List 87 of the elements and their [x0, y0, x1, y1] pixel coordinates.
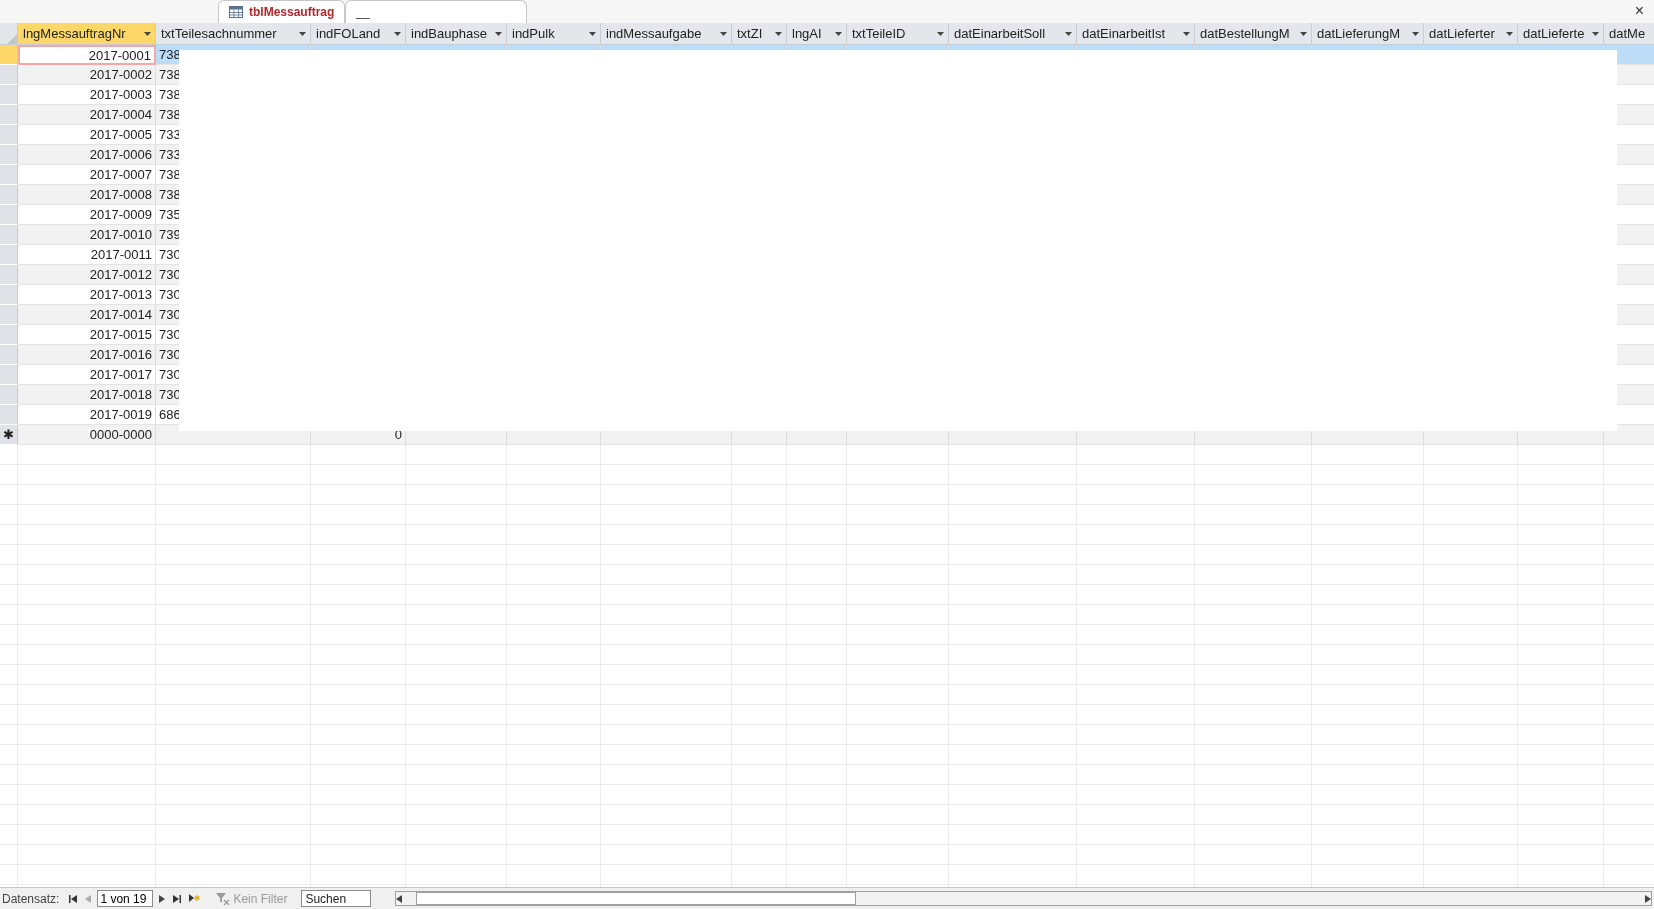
row-selector[interactable] [0, 265, 18, 285]
row-selector[interactable] [0, 185, 18, 205]
column-header[interactable]: datEinarbeitIst [1077, 23, 1195, 45]
row-selector[interactable] [0, 345, 18, 365]
table-cell: 2017-0002 [18, 65, 156, 85]
table-cell: 2017-0009 [18, 205, 156, 225]
table-cell: 2017-0001 [18, 45, 156, 65]
table-cell: 2017-0014 [18, 305, 156, 325]
table-cell: 2017-0003 [18, 85, 156, 105]
caret-icon[interactable] [937, 31, 944, 36]
table-cell: 2017-0006 [18, 145, 156, 165]
row-selector[interactable] [0, 385, 18, 405]
table-cell: 2017-0017 [18, 365, 156, 385]
column-header[interactable]: indPulk [507, 23, 601, 45]
caret-icon[interactable] [144, 31, 151, 36]
table-cell: 2017-0010 [18, 225, 156, 245]
row-selector[interactable] [0, 85, 18, 105]
table-cell: 2017-0016 [18, 345, 156, 365]
table-cell: 2017-0013 [18, 285, 156, 305]
column-header[interactable]: indMessaufgabe [601, 23, 732, 45]
caret-icon[interactable] [394, 31, 401, 36]
table-cell: 2017-0004 [18, 105, 156, 125]
table-cell: 2017-0011 [18, 245, 156, 265]
column-header[interactable]: datBestellungM [1195, 23, 1312, 45]
first-icon [69, 894, 78, 903]
caret-icon[interactable] [835, 31, 842, 36]
row-selector[interactable] [0, 165, 18, 185]
column-header[interactable]: txtZI [732, 23, 787, 45]
funnel-x-icon [216, 892, 231, 905]
caret-icon[interactable] [495, 31, 502, 36]
document-tab[interactable]: tblMessauftrag [218, 0, 346, 23]
column-header[interactable]: datLieferter [1424, 23, 1518, 45]
row-selector[interactable] [0, 205, 18, 225]
caret-icon[interactable] [1412, 31, 1419, 36]
column-header[interactable]: indBauphase [406, 23, 507, 45]
caret-icon[interactable] [299, 31, 306, 36]
left-arrow-icon[interactable] [396, 894, 403, 903]
table-cell: 2017-0008 [18, 185, 156, 205]
column-header[interactable]: indFOLand [311, 23, 406, 45]
right-arrow-icon[interactable] [1645, 894, 1651, 903]
row-selector[interactable] [0, 365, 18, 385]
close-button[interactable]: × [1632, 2, 1646, 20]
right-arrow-icon[interactable] [159, 894, 166, 903]
column-header[interactable]: datMe [1604, 23, 1654, 45]
column-header[interactable]: txtTeileID [847, 23, 949, 45]
record-label: Datensatz: [2, 891, 60, 906]
table-cell: 2017-0018 [18, 385, 156, 405]
new-record-selector[interactable]: ✱ [0, 425, 18, 445]
caret-icon[interactable] [1183, 31, 1190, 36]
row-selector[interactable] [0, 45, 18, 65]
caret-icon[interactable] [775, 31, 782, 36]
row-selector[interactable] [0, 105, 18, 125]
caret-icon[interactable] [1300, 31, 1307, 36]
row-selector[interactable] [0, 325, 18, 345]
column-header[interactable]: lngMessauftragNr [18, 23, 156, 45]
table-cell: 2017-0012 [18, 265, 156, 285]
table-cell: 2017-0015 [18, 325, 156, 345]
table-cell: 2017-0007 [18, 165, 156, 185]
row-selector[interactable] [0, 65, 18, 85]
column-header[interactable]: lngAI [787, 23, 847, 45]
column-header[interactable]: datEinarbeitSoll [949, 23, 1077, 45]
row-selector[interactable] [0, 145, 18, 165]
row-selector[interactable] [0, 285, 18, 305]
table-cell: 2017-0005 [18, 125, 156, 145]
column-header[interactable]: txtTeilesachnummer [156, 23, 311, 45]
row-selector[interactable] [0, 125, 18, 145]
table-icon [229, 6, 243, 18]
row-selector[interactable] [0, 225, 18, 245]
table-cell: 2017-0019 [18, 405, 156, 425]
caret-icon[interactable] [1592, 31, 1599, 36]
new-record-icon [189, 894, 201, 903]
caret-icon[interactable] [1065, 31, 1072, 36]
document-tab[interactable]: __ [345, 0, 528, 23]
row-selector[interactable] [0, 245, 18, 265]
caret-icon[interactable] [1506, 31, 1513, 36]
caret-icon[interactable] [589, 31, 596, 36]
column-header[interactable]: datLieferte [1518, 23, 1604, 45]
search-field[interactable]: Suchen [301, 890, 372, 907]
row-selector[interactable] [0, 305, 18, 325]
last-icon [173, 894, 182, 903]
column-header[interactable]: datLieferungM [1312, 23, 1424, 45]
row-selector[interactable] [0, 405, 18, 425]
table-cell: 0000-0000 [18, 425, 156, 445]
record-position-field[interactable]: 1 von 19 [97, 890, 154, 907]
horizontal-scrollbar[interactable] [395, 891, 1652, 906]
caret-icon[interactable] [720, 31, 727, 36]
scroll-thumb[interactable] [416, 892, 857, 905]
